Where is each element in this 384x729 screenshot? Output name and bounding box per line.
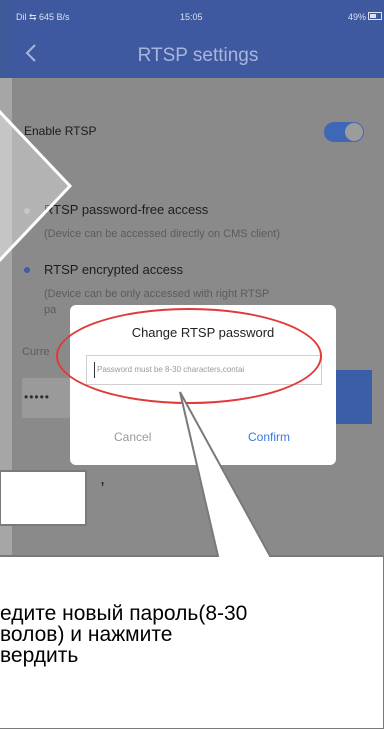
- caption-comma: ,: [100, 468, 106, 488]
- instruction-text: едите новый пароль(8-30 волов) и нажмите…: [0, 602, 248, 667]
- caption-box: [0, 470, 87, 526]
- arrow-callout: [0, 109, 73, 263]
- speech-callout: [0, 391, 384, 729]
